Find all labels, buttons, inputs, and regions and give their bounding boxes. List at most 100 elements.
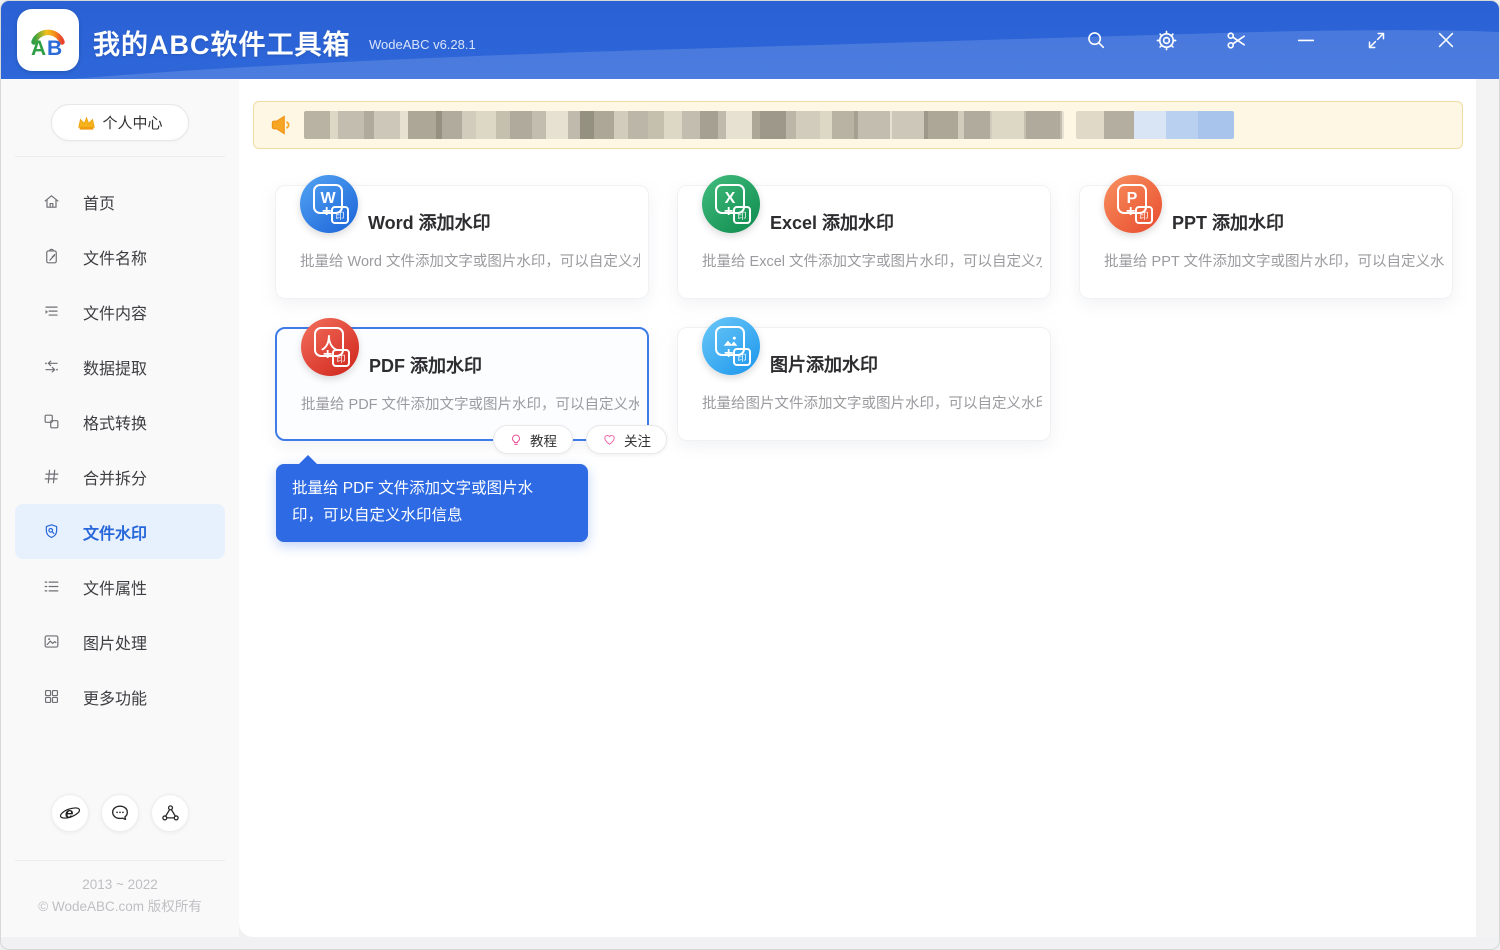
plus-glyph: + (323, 346, 332, 364)
personal-center-label: 个人中心 (102, 112, 162, 133)
notice-banner[interactable] (253, 101, 1463, 149)
image-watermark-icon: + 印 (702, 317, 760, 375)
sidebar-item-home[interactable]: 首页 (15, 174, 225, 229)
lightbulb-icon (509, 433, 523, 447)
indented-list-icon (41, 302, 61, 322)
censored-notice-text (304, 111, 1064, 139)
sidebar-item-label: 文件名称 (83, 245, 147, 269)
search-button[interactable] (1061, 1, 1131, 79)
sidebar-item-image-process[interactable]: 图片处理 (15, 614, 225, 669)
card-pdf-add-watermark[interactable]: 人 + 印 PDF 添加水印 批量给 PDF 文件添加文字或图片水印，可以自定义… (275, 327, 649, 441)
sidebar-item-format-convert[interactable]: 格式转换 (15, 394, 225, 449)
ie-browser-button[interactable]: e (51, 794, 89, 832)
watermark-shield-icon (41, 522, 61, 542)
close-button[interactable] (1411, 1, 1481, 79)
card-title: PDF 添加水印 (369, 352, 482, 378)
maximize-icon (1366, 30, 1387, 51)
tutorial-label: 教程 (530, 430, 557, 450)
plus-glyph: + (724, 345, 733, 363)
card-title: Word 添加水印 (368, 209, 491, 235)
sidebar-item-data-extract[interactable]: 数据提取 (15, 339, 225, 394)
tooltip-line1: 批量给 PDF 文件添加文字或图片水 (292, 475, 572, 502)
app-title: 我的ABC软件工具箱 (93, 23, 351, 62)
minimize-button[interactable] (1271, 1, 1341, 79)
app-logo: A B (17, 9, 79, 71)
sidebar-item-label: 更多功能 (83, 685, 147, 709)
sidebar-nav: 首页 文件名称 文件内容 (15, 174, 225, 724)
heart-icon (602, 432, 617, 447)
card-ppt-add-watermark[interactable]: P + 印 PPT 添加水印 批量给 PPT 文件添加文字或图片水印，可以自定义… (1079, 185, 1453, 299)
logo-letter-a: A (31, 37, 46, 60)
minimize-icon (1295, 29, 1317, 51)
sidebar-item-label: 文件水印 (83, 520, 147, 544)
settings-button[interactable] (1131, 1, 1201, 79)
megaphone-icon (268, 112, 294, 138)
card-title: PPT 添加水印 (1172, 209, 1284, 235)
excel-watermark-icon: X + 印 (702, 175, 760, 233)
card-description: 批量给 PDF 文件添加文字或图片水印，可以自定义水印信息 (301, 393, 639, 414)
logo-letter-b: B (47, 37, 62, 60)
home-icon (41, 192, 61, 212)
sidebar-item-label: 首页 (83, 190, 115, 214)
sidebar-item-label: 文件属性 (83, 575, 147, 599)
card-description: 批量给 Excel 文件添加文字或图片水印，可以自定义水印信息 (702, 250, 1042, 271)
sidebar-item-label: 数据提取 (83, 355, 147, 379)
sidebar-item-merge-split[interactable]: 合并拆分 (15, 449, 225, 504)
share-button[interactable] (151, 794, 189, 832)
svg-text:e: e (65, 805, 73, 822)
card-image-add-watermark[interactable]: + 印 图片添加水印 批量给图片文件添加文字或图片水印，可以自定义水印信息 (677, 327, 1051, 441)
follow-button[interactable]: 关注 (586, 425, 667, 454)
sidebar-footer: 2013 ~ 2022 © WodeABC.com 版权所有 (1, 874, 239, 918)
plus-glyph: + (322, 203, 331, 221)
card-description: 批量给 PPT 文件添加文字或图片水印，可以自定义水印信息 (1104, 250, 1444, 271)
personal-center-button[interactable]: 个人中心 (51, 104, 189, 141)
pdf-watermark-icon: 人 + 印 (301, 318, 359, 376)
sidebar-social-links: e (1, 794, 239, 832)
convert-icon (41, 412, 61, 432)
picture-icon (41, 632, 61, 652)
tutorial-button[interactable]: 教程 (493, 425, 573, 454)
tool-card-grid: W + 印 Word 添加水印 批量给 Word 文件添加文字或图片水印，可以自… (275, 185, 1453, 441)
chat-button[interactable] (101, 794, 139, 832)
sidebar-item-file-watermark[interactable]: 文件水印 (15, 504, 225, 559)
sidebar-item-label: 合并拆分 (83, 465, 147, 489)
sidebar-divider (15, 156, 225, 157)
copyright-years: 2013 ~ 2022 (1, 874, 239, 896)
copyright-text: © WodeABC.com 版权所有 (1, 896, 239, 918)
close-icon (1435, 29, 1457, 51)
sidebar-divider (15, 860, 225, 861)
tooltip-line2: 印，可以自定义水印信息 (292, 502, 572, 529)
card-description: 批量给 Word 文件添加文字或图片水印，可以自定义水印信息 (300, 250, 640, 271)
hash-icon (41, 467, 61, 487)
censored-notice-link (1076, 111, 1234, 139)
grid-icon (41, 687, 61, 707)
card-title: 图片添加水印 (770, 351, 878, 377)
sidebar-item-label: 文件内容 (83, 300, 147, 324)
sidebar-item-more-features[interactable]: 更多功能 (15, 669, 225, 724)
ppt-watermark-icon: P + 印 (1104, 175, 1162, 233)
crown-icon (77, 115, 96, 131)
card-excel-add-watermark[interactable]: X + 印 Excel 添加水印 批量给 Excel 文件添加文字或图片水印，可… (677, 185, 1051, 299)
cut-tools-button[interactable] (1201, 1, 1271, 79)
sidebar-item-file-content[interactable]: 文件内容 (15, 284, 225, 339)
maximize-button[interactable] (1341, 1, 1411, 79)
scissors-icon (1225, 29, 1248, 52)
chat-bubble-icon (109, 802, 131, 824)
plus-glyph: + (1126, 203, 1135, 221)
scrollbar-track[interactable] (1476, 79, 1499, 937)
app-version: WodeABC v6.28.1 (369, 37, 476, 52)
card-word-add-watermark[interactable]: W + 印 Word 添加水印 批量给 Word 文件添加文字或图片水印，可以自… (275, 185, 649, 299)
search-icon (1085, 29, 1107, 51)
sidebar-item-label: 格式转换 (83, 410, 147, 434)
ie-icon: e (58, 801, 82, 825)
titlebar[interactable]: A B 我的ABC软件工具箱 WodeABC v6.28.1 (1, 1, 1499, 79)
sidebar: 个人中心 首页 文件名称 (1, 79, 239, 937)
sidebar-item-file-attributes[interactable]: 文件属性 (15, 559, 225, 614)
main-content: W + 印 Word 添加水印 批量给 Word 文件添加文字或图片水印，可以自… (239, 79, 1477, 937)
sidebar-item-label: 图片处理 (83, 630, 147, 654)
app-window: A B 我的ABC软件工具箱 WodeABC v6.28.1 (0, 0, 1500, 950)
tooltip-arrow (298, 455, 318, 465)
pdf-watermark-tooltip: 批量给 PDF 文件添加文字或图片水 印，可以自定义水印信息 (276, 464, 588, 542)
share-network-icon (160, 803, 181, 824)
sidebar-item-file-name[interactable]: 文件名称 (15, 229, 225, 284)
